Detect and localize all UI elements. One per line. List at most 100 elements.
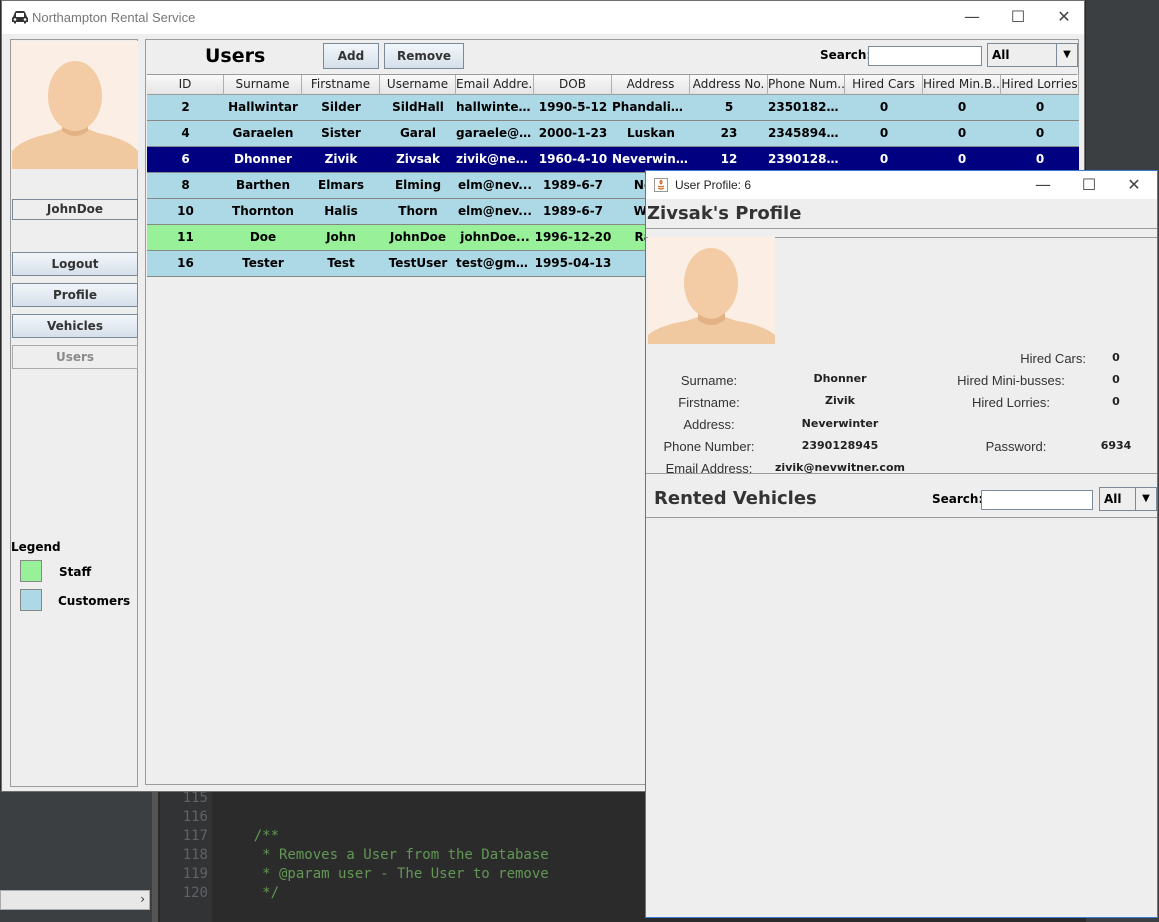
hired-cars-label: Hired Cars: [1020, 351, 1086, 366]
table-cell: 1990-5-12 [534, 95, 612, 121]
table-cell: 2000-1-23 [534, 121, 612, 147]
table-cell: 0 [1001, 121, 1079, 147]
ide-code-line: * @param user - The User to remove [220, 866, 549, 882]
column-header[interactable]: Hired Min.B... [923, 75, 1001, 95]
ide-code-line: * Removes a User from the Database [220, 847, 549, 863]
avatar-silhouette-icon [648, 248, 775, 344]
ide-horizontal-scrollbar[interactable]: › [0, 890, 150, 910]
rented-filter-select[interactable]: All ▼ [1099, 487, 1157, 511]
table-cell: Test [302, 251, 380, 277]
table-cell: Garal [380, 121, 456, 147]
table-cell: 5 [690, 95, 768, 121]
phone-value: 2390128945 [801, 439, 879, 452]
table-cell: 16 [147, 251, 224, 277]
profile-maximize-button[interactable]: ☐ [1066, 169, 1112, 201]
filter-select[interactable]: All ▼ [987, 43, 1078, 67]
scroll-right-icon[interactable]: › [140, 892, 145, 906]
search-input[interactable] [868, 46, 982, 66]
ide-line-number: 119 [182, 866, 208, 882]
chevron-down-icon[interactable]: ▼ [1135, 488, 1156, 510]
table-row[interactable]: 4 Garaelen Sister Garal garaele@n... 2000-1-2… [147, 121, 1079, 147]
legend-customers-swatch [20, 589, 42, 611]
ide-line-number: 118 [182, 847, 208, 863]
chevron-down-icon[interactable]: ▼ [1056, 44, 1077, 66]
table-cell: 11 [147, 225, 224, 251]
ide-line-number: 116 [182, 809, 208, 825]
column-header[interactable]: Firstname [302, 75, 380, 95]
remove-user-button[interactable]: Remove [384, 43, 464, 69]
users-button[interactable]: Users [12, 345, 138, 369]
ide-line-number: 117 [182, 828, 208, 844]
vehicles-button[interactable]: Vehicles [12, 314, 138, 338]
table-cell: elm@nev... [456, 199, 534, 225]
table-row[interactable]: 2 Hallwintar Silder SildHall hallwinter... 19… [147, 95, 1079, 121]
logout-button[interactable]: Logout [12, 252, 138, 276]
table-cell: garaele@n... [456, 121, 534, 147]
hired-lorries-value: 0 [1112, 395, 1120, 408]
password-value: 6934 [1100, 439, 1132, 452]
column-header[interactable]: Email Addre... [456, 75, 534, 95]
column-header[interactable]: Hired Lorries [1001, 75, 1079, 95]
column-header[interactable]: Hired Cars [845, 75, 923, 95]
search-label: Search: [820, 48, 872, 62]
table-cell: 23 [690, 121, 768, 147]
profile-close-button[interactable]: ✕ [1111, 169, 1157, 201]
table-cell: 8 [147, 173, 224, 199]
profile-button[interactable]: Profile [12, 283, 138, 307]
table-cell: 1989-6-7 [534, 199, 612, 225]
hired-minibusses-label: Hired Mini-busses: [957, 373, 1065, 388]
column-header[interactable]: Username [380, 75, 456, 95]
main-titlebar[interactable]: Northampton Rental Service — ☐ ✕ [2, 1, 1084, 34]
divider [646, 473, 1157, 474]
car-icon [12, 11, 28, 24]
minimize-button[interactable]: — [949, 1, 995, 33]
hired-minibusses-value: 0 [1112, 373, 1120, 386]
table-cell: Garaelen [224, 121, 302, 147]
table-cell: johnDoe... [456, 225, 534, 251]
ide-line-number: 120 [182, 885, 208, 901]
table-cell: elm@nev... [456, 173, 534, 199]
profile-minimize-button[interactable]: — [1020, 169, 1066, 201]
table-cell: Phandalin St [612, 95, 690, 121]
profile-avatar [648, 237, 775, 344]
table-cell: 6 [147, 147, 224, 173]
table-cell: 0 [923, 95, 1001, 121]
phone-label: Phone Number: [663, 439, 755, 454]
table-cell: test@gmai... [456, 251, 534, 277]
table-cell: TestUser [380, 251, 456, 277]
table-cell: Barthen [224, 173, 302, 199]
table-cell: zivik@nev... [456, 147, 534, 173]
table-cell: 0 [845, 121, 923, 147]
user-avatar [12, 41, 138, 169]
column-header[interactable]: Phone Num... [768, 75, 845, 95]
column-header[interactable]: Surname [224, 75, 302, 95]
table-cell: JohnDoe [380, 225, 456, 251]
hired-lorries-label: Hired Lorries: [971, 395, 1051, 410]
maximize-button[interactable]: ☐ [995, 1, 1041, 33]
rented-search-label: Search: [932, 492, 984, 506]
firstname-label: Firstname: [678, 395, 740, 410]
firstname-value: Zivik [824, 394, 855, 407]
column-header[interactable]: Address No. [690, 75, 768, 95]
column-header[interactable]: DOB [534, 75, 612, 95]
table-cell: Hallwintar [224, 95, 302, 121]
table-cell: 0 [923, 121, 1001, 147]
add-user-button[interactable]: Add [323, 43, 379, 69]
rented-vehicles-list[interactable] [646, 518, 1157, 916]
table-cell: Elmars [302, 173, 380, 199]
profile-titlebar[interactable]: User Profile: 6 — ☐ ✕ [646, 171, 1157, 199]
table-cell: Sister [302, 121, 380, 147]
password-label: Password: [985, 439, 1047, 454]
table-cell: 4 [147, 121, 224, 147]
window-title: Northampton Rental Service [32, 10, 196, 25]
close-button[interactable]: ✕ [1041, 1, 1087, 33]
table-cell: Zivsak [380, 147, 456, 173]
address-value: Neverwinter [801, 417, 879, 430]
column-header[interactable]: ID [147, 75, 224, 95]
table-cell: SildHall [380, 95, 456, 121]
table-cell: 0 [845, 95, 923, 121]
legend-staff-label: Staff [59, 565, 92, 579]
rented-search-input[interactable] [981, 490, 1093, 510]
column-header[interactable]: Address [612, 75, 690, 95]
table-cell: 1960-4-10 [534, 147, 612, 173]
